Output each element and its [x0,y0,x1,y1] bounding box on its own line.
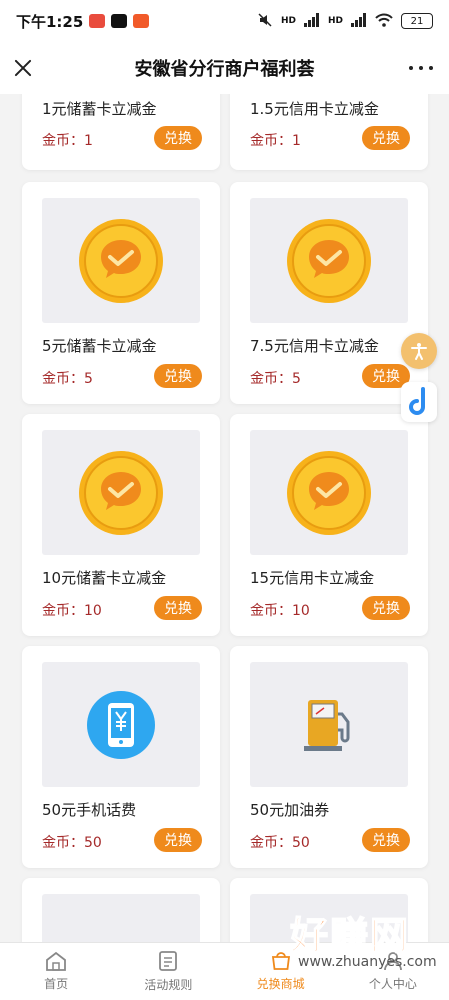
bottom-nav: 首页 活动规则 兑换商城 个人中心 [0,942,449,1000]
nav-label: 兑换商城 [256,977,305,991]
mall-icon [271,952,290,970]
product-price: 金币：50 [250,835,310,851]
exchange-button[interactable]: 兑换 [154,596,202,620]
product-name: 7.5元信用卡立减金 [250,337,379,355]
page-title: 安徽省分行商户福利荟 [134,59,315,80]
product-image [42,662,200,787]
product-name: 50元加油券 [250,801,330,819]
product-image [42,430,200,555]
listen-app-icon [133,14,150,28]
fuel-pump-icon [304,699,350,751]
product-card[interactable]: 7.5元信用卡立减金 金币：5 兑换 [230,182,428,404]
product-price: 金币：5 [250,371,301,387]
product-name: 5元储蓄卡立减金 [42,337,157,355]
status-right: HD HD 21 [257,12,433,31]
product-image [250,198,408,323]
product-name: 10元储蓄卡立减金 [42,569,167,587]
product-card[interactable] [230,878,428,942]
exchange-button[interactable]: 兑换 [362,828,410,852]
product-card[interactable] [22,878,220,942]
product-price: 金币：10 [42,603,102,619]
exchange-button[interactable]: 兑换 [154,364,202,388]
app-badge-icon [89,14,106,28]
tiktok-icon [111,14,128,28]
exchange-button[interactable]: 兑换 [362,126,410,150]
title-bar: 安徽省分行商户福利荟 [0,42,449,94]
product-card[interactable]: 10元储蓄卡立减金 金币：10 兑换 [22,414,220,636]
nav-item-home[interactable]: 首页 [0,943,112,1000]
exchange-button[interactable]: 兑换 [154,828,202,852]
battery-indicator: 21 [401,13,433,29]
phone-yuan-icon [87,690,155,759]
mute-icon [257,12,273,31]
product-name: 1元储蓄卡立减金 [42,100,157,118]
status-time: 下午1:25 [16,12,84,31]
exchange-button[interactable]: 兑换 [154,126,202,150]
product-card[interactable]: 50元加油券 金币：50 兑换 [230,646,428,868]
status-left: 下午1:25 [16,11,150,32]
close-icon[interactable] [10,55,36,81]
product-card[interactable]: 50元手机话费 金币：50 兑换 [22,646,220,868]
nav-item-mall[interactable]: 兑换商城 [225,943,337,1000]
product-image [250,894,408,942]
product-card[interactable]: 15元信用卡立减金 金币：10 兑换 [230,414,428,636]
exchange-button[interactable]: 兑换 [362,596,410,620]
coin-icon [287,218,371,303]
signal-icon-2 [351,12,367,30]
accessibility-float-button[interactable] [401,333,437,369]
signal-icon-1 [303,12,320,30]
product-image [250,662,408,787]
product-name: 50元手机话费 [42,801,137,819]
nav-label: 活动规则 [144,978,193,992]
coin-icon [79,450,163,535]
product-image [250,430,408,555]
coin-icon [79,218,163,303]
rules-icon [159,951,178,971]
status-bar: 下午1:25 HD HD 21 [0,0,449,42]
product-card[interactable]: 5元储蓄卡立减金 金币：5 兑换 [22,182,220,404]
product-image [42,894,200,942]
accessibility-icon [411,343,427,360]
product-card[interactable]: 1元储蓄卡立减金 金币：1 兑换 [22,94,220,170]
network-label-2: HD [327,16,343,26]
product-name: 1.5元信用卡立减金 [250,100,379,118]
nav-item-rules[interactable]: 活动规则 [112,943,224,1000]
network-label-1: HD [280,16,296,26]
nav-item-profile[interactable]: 个人中心 [337,943,449,1000]
product-price: 金币：50 [42,835,102,851]
wifi-icon [375,13,393,30]
home-icon [46,951,67,971]
product-image [42,198,200,323]
coin-icon [287,450,371,535]
nav-label: 首页 [44,977,69,991]
product-price: 金币：10 [250,603,310,619]
product-price: 金币：1 [42,133,93,149]
product-card[interactable]: 1.5元信用卡立减金 金币：1 兑换 [230,94,428,170]
nav-label: 个人中心 [368,977,417,991]
product-grid: 1元储蓄卡立减金 金币：1 兑换 1.5元信用卡立减金 金币：1 兑换 5元储蓄… [0,94,449,942]
assistant-float-button[interactable] [401,382,437,422]
product-price: 金币：5 [42,371,93,387]
user-icon [383,952,402,971]
assistant-icon [409,387,425,415]
product-price: 金币：1 [250,133,301,149]
more-options-icon[interactable] [409,58,433,78]
product-name: 15元信用卡立减金 [250,569,375,587]
